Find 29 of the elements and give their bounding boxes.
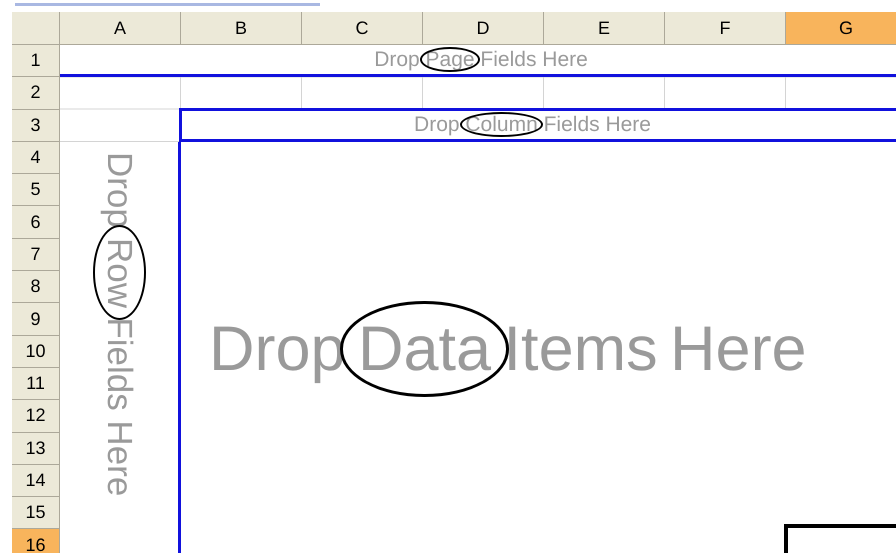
column-header[interactable]: A xyxy=(60,12,181,45)
row-header[interactable]: 1 xyxy=(12,45,60,78)
row-header[interactable]: 16 xyxy=(12,529,60,553)
row-header[interactable]: 13 xyxy=(12,432,60,465)
row-header[interactable]: 15 xyxy=(12,497,60,530)
page-drop-label: Drop Page Fields Here xyxy=(374,46,588,72)
column-header[interactable]: C xyxy=(302,12,423,45)
column-header[interactable]: D xyxy=(423,12,544,45)
row-header[interactable]: 10 xyxy=(12,336,60,368)
row-header[interactable]: 3 xyxy=(12,110,60,142)
column-header[interactable]: E xyxy=(544,12,665,45)
column-header[interactable]: F xyxy=(665,12,786,45)
row-header[interactable]: 9 xyxy=(12,303,60,336)
row-header[interactable]: 14 xyxy=(12,464,60,498)
row-header[interactable]: 11 xyxy=(12,368,60,400)
column-drop-label: Drop Column Fields Here xyxy=(414,112,651,138)
column-header[interactable]: B xyxy=(181,12,302,45)
row-header[interactable]: 6 xyxy=(12,206,60,239)
data-drop-label: Drop Data Items Here xyxy=(209,312,807,388)
row-header[interactable]: 7 xyxy=(12,238,60,272)
highlight-ellipse xyxy=(420,46,480,72)
column-header[interactable]: G xyxy=(786,12,896,45)
row-header[interactable]: 8 xyxy=(12,271,60,304)
row-header[interactable]: 12 xyxy=(12,400,60,433)
row-header[interactable]: 5 xyxy=(12,174,60,206)
row-drop-label: Drop Row Fields Here xyxy=(97,152,141,496)
row-header[interactable]: 2 xyxy=(12,77,60,110)
row-header[interactable]: 4 xyxy=(12,142,60,174)
select-all-corner[interactable] xyxy=(12,12,60,45)
